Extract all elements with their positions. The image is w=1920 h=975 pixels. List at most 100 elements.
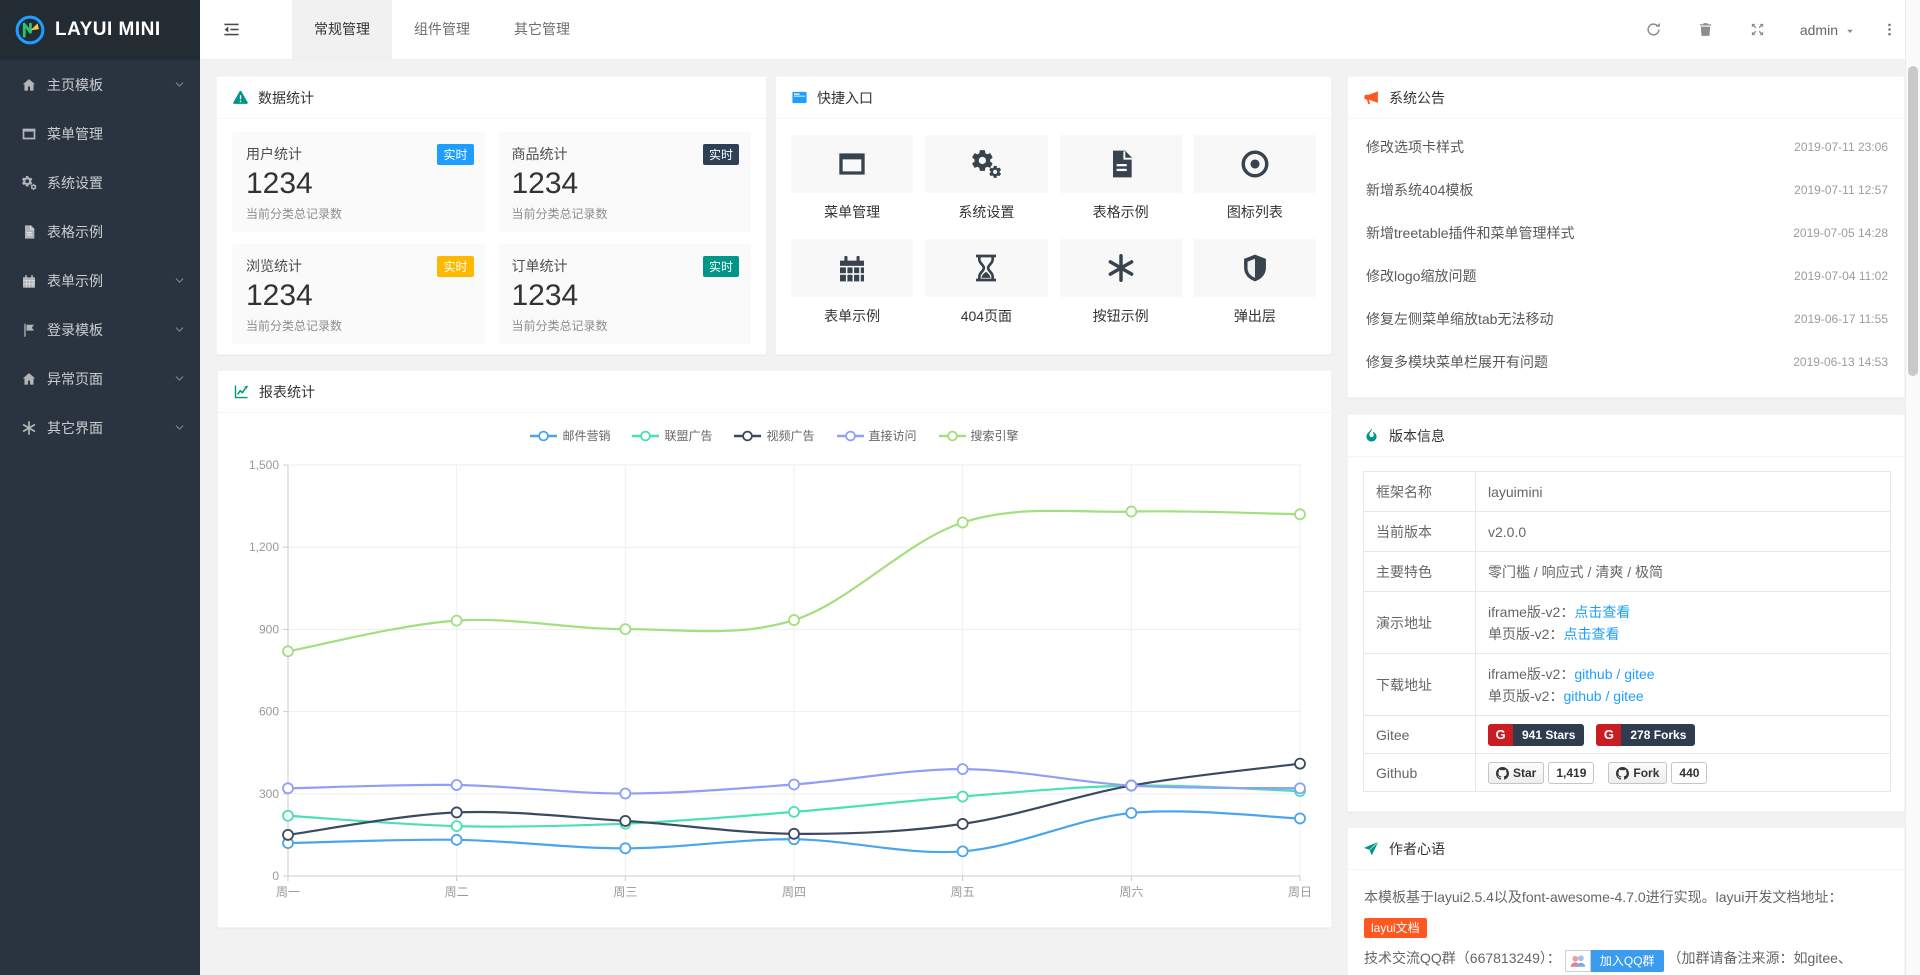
svg-text:周四: 周四 bbox=[782, 885, 806, 899]
stat-value: 1234 bbox=[512, 279, 738, 313]
quick-entry-菜单管理[interactable]: 菜单管理 bbox=[791, 135, 913, 222]
nav-tabs: 常规管理组件管理其它管理 bbox=[292, 0, 592, 59]
version-row-label: 演示地址 bbox=[1364, 592, 1476, 654]
sidebar-item-表单示例[interactable]: 表单示例 bbox=[0, 256, 200, 305]
quick-entry-按钮示例[interactable]: 按钮示例 bbox=[1060, 239, 1182, 326]
svg-text:1,500: 1,500 bbox=[249, 458, 279, 472]
link-github[interactable]: github bbox=[1563, 688, 1601, 704]
more-menu-button[interactable] bbox=[1872, 0, 1906, 60]
panel-report-stats: 报表统计 邮件营销 联盟广告 视频广告 直接访问 搜索引擎 03006009001,20… bbox=[217, 370, 1332, 928]
legend-item-邮件营销[interactable]: 邮件营销 bbox=[530, 427, 610, 444]
quick-entry-label: 表单示例 bbox=[791, 306, 913, 326]
github-count: 440 bbox=[1671, 762, 1707, 784]
gitee-badge-278 Forks[interactable]: G278 Forks bbox=[1596, 724, 1695, 746]
data-point bbox=[1126, 507, 1136, 517]
quick-entry-label: 404页面 bbox=[925, 306, 1047, 326]
sidebar-item-系统设置[interactable]: 系统设置 bbox=[0, 158, 200, 207]
collapse-sidebar-button[interactable] bbox=[200, 0, 262, 59]
data-point bbox=[283, 830, 293, 840]
sidebar-item-菜单管理[interactable]: 菜单管理 bbox=[0, 109, 200, 158]
github-fork-button[interactable]: Fork440 bbox=[1608, 762, 1707, 784]
page-scrollbar[interactable] bbox=[1905, 0, 1920, 975]
data-point bbox=[283, 783, 293, 793]
logo[interactable]: LAYUI MINI bbox=[0, 0, 200, 60]
side-menu: 主页模板菜单管理系统设置表格示例表单示例登录模板异常页面其它界面 bbox=[0, 60, 200, 452]
gitee-badge-941 Stars[interactable]: G941 Stars bbox=[1488, 724, 1584, 746]
sidebar-item-表格示例[interactable]: 表格示例 bbox=[0, 207, 200, 256]
tab-常规管理[interactable]: 常规管理 bbox=[292, 0, 392, 59]
quick-entry-表格示例[interactable]: 表格示例 bbox=[1060, 135, 1182, 222]
cogs-icon bbox=[21, 175, 37, 191]
announcement-row: 修改logo缩放问题2019-07-04 11:02 bbox=[1348, 254, 1904, 297]
panel-version-info-header: 版本信息 bbox=[1348, 415, 1904, 457]
chevron-down-icon bbox=[173, 78, 186, 91]
announcement-date: 2019-07-11 12:57 bbox=[1794, 183, 1888, 197]
link-点击查看[interactable]: 点击查看 bbox=[1574, 604, 1630, 620]
report-chart-svg: 03006009001,2001,500周一周二周三周四周五周六周日 bbox=[233, 451, 1318, 911]
link-点击查看[interactable]: 点击查看 bbox=[1563, 626, 1619, 642]
window-icon bbox=[21, 126, 37, 142]
quick-entry-label: 菜单管理 bbox=[791, 202, 913, 222]
data-point bbox=[958, 792, 968, 802]
link-gitee[interactable]: gitee bbox=[1624, 666, 1654, 682]
status-badge: 实时 bbox=[703, 256, 739, 277]
sidebar-item-label: 异常页面 bbox=[47, 369, 173, 389]
announcement-date: 2019-07-11 23:06 bbox=[1794, 140, 1888, 154]
chart-line-icon bbox=[233, 383, 250, 400]
quick-entry-表单示例[interactable]: 表单示例 bbox=[791, 239, 913, 326]
tab-其它管理[interactable]: 其它管理 bbox=[492, 0, 592, 59]
stat-card-用户统计: 用户统计实时1234当前分类总记录数 bbox=[232, 132, 486, 232]
legend-item-视频广告[interactable]: 视频广告 bbox=[734, 427, 814, 444]
panel-data-stats-header: 数据统计 bbox=[217, 77, 766, 119]
file-icon bbox=[1105, 148, 1137, 180]
gitee-logo-icon: G bbox=[1596, 724, 1621, 746]
link-github[interactable]: github bbox=[1574, 666, 1612, 682]
panel-quick-entry: 快捷入口 菜单管理系统设置表格示例图标列表表单示例404页面按钮示例弹出层 bbox=[775, 76, 1332, 355]
sidebar-item-登录模板[interactable]: 登录模板 bbox=[0, 305, 200, 354]
legend-item-联盟广告[interactable]: 联盟广告 bbox=[632, 427, 712, 444]
quick-entry-图标列表[interactable]: 图标列表 bbox=[1194, 135, 1316, 222]
panel-version-info: 版本信息 框架名称layuimini当前版本v2.0.0主要特色零门槛 / 响应… bbox=[1347, 414, 1905, 812]
quick-entry-label: 弹出层 bbox=[1194, 306, 1316, 326]
panel-announcements: 系统公告 修改选项卡样式2019-07-11 23:06新增系统404模板201… bbox=[1347, 76, 1905, 398]
join-qq-group-badge[interactable]: 加入QQ群 bbox=[1565, 950, 1664, 972]
data-point bbox=[1295, 813, 1305, 823]
sidebar-item-主页模板[interactable]: 主页模板 bbox=[0, 60, 200, 109]
quick-entry-404页面[interactable]: 404页面 bbox=[925, 239, 1047, 326]
panel-announcements-header: 系统公告 bbox=[1348, 77, 1904, 119]
announcement-date: 2019-07-05 14:28 bbox=[1793, 226, 1888, 240]
caret-down-icon bbox=[1844, 24, 1856, 36]
refresh-button[interactable] bbox=[1628, 0, 1680, 60]
sidebar-item-其它界面[interactable]: 其它界面 bbox=[0, 403, 200, 452]
fullscreen-button[interactable] bbox=[1732, 0, 1784, 60]
data-point bbox=[452, 780, 462, 790]
link-gitee[interactable]: gitee bbox=[1613, 688, 1643, 704]
layui-doc-badge[interactable]: layui文档 bbox=[1364, 918, 1427, 938]
quick-entry-系统设置[interactable]: 系统设置 bbox=[925, 135, 1047, 222]
panel-report-stats-header: 报表统计 bbox=[218, 371, 1331, 413]
quick-entry-弹出层[interactable]: 弹出层 bbox=[1194, 239, 1316, 326]
data-point bbox=[958, 819, 968, 829]
clear-cache-button[interactable] bbox=[1680, 0, 1732, 60]
legend-item-直接访问[interactable]: 直接访问 bbox=[837, 427, 917, 444]
cogs-icon bbox=[970, 148, 1002, 180]
stat-desc: 当前分类总记录数 bbox=[246, 205, 472, 222]
announcement-date: 2019-06-17 11:55 bbox=[1794, 312, 1888, 326]
version-row-label: Github bbox=[1364, 754, 1476, 792]
tab-组件管理[interactable]: 组件管理 bbox=[392, 0, 492, 59]
chevron-down-icon bbox=[173, 274, 186, 287]
user-dropdown[interactable]: admin bbox=[1784, 22, 1872, 38]
file-icon bbox=[21, 224, 37, 240]
author-line-1: 本模板基于layui2.5.4以及font-awesome-4.7.0进行实现。… bbox=[1364, 882, 1888, 912]
legend-item-搜索引擎[interactable]: 搜索引擎 bbox=[939, 427, 1019, 444]
sidebar: LAYUI MINI 主页模板菜单管理系统设置表格示例表单示例登录模板异常页面其… bbox=[0, 0, 200, 975]
announcement-date: 2019-07-04 11:02 bbox=[1794, 269, 1888, 283]
quick-entry-label: 图标列表 bbox=[1194, 202, 1316, 222]
author-note-body: 本模板基于layui2.5.4以及font-awesome-4.7.0进行实现。… bbox=[1348, 870, 1904, 975]
data-point bbox=[958, 764, 968, 774]
scrollbar-thumb[interactable] bbox=[1908, 66, 1918, 376]
sidebar-item-异常页面[interactable]: 异常页面 bbox=[0, 354, 200, 403]
github-star-button[interactable]: Star1,419 bbox=[1488, 762, 1594, 784]
data-point bbox=[1295, 759, 1305, 769]
megaphone-icon bbox=[1363, 89, 1380, 106]
